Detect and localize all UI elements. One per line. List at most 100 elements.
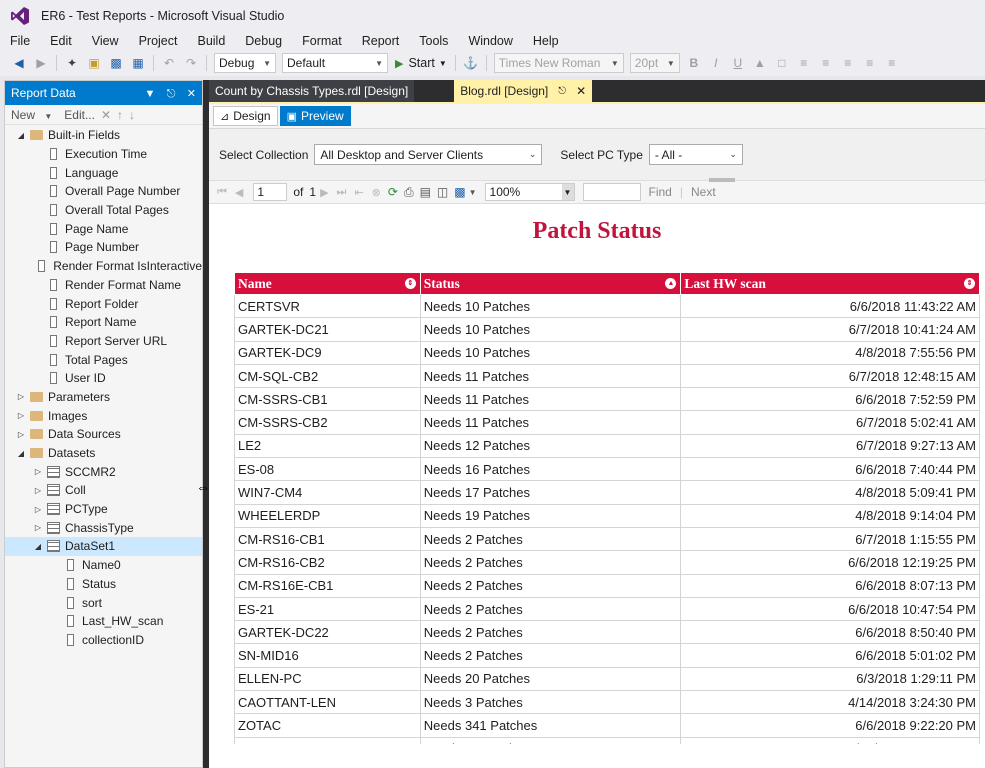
save-all-icon[interactable]: ▦ (130, 55, 146, 71)
back-to-parent-icon[interactable]: ⇤ (354, 186, 363, 199)
find-button[interactable]: Find (649, 185, 672, 199)
panel-menu-icon[interactable]: ▼ (145, 88, 156, 100)
pin-icon[interactable]: ⎋ (558, 86, 566, 97)
tree-item[interactable]: ▷ PCType (5, 500, 202, 519)
tree-item[interactable]: Overall Total Pages (5, 201, 202, 220)
tree-item[interactable]: ▷ Parameters (5, 388, 202, 407)
font-name-select[interactable]: Times New Roman ▼ (493, 53, 624, 73)
page-number-input[interactable]: 1 (253, 183, 288, 201)
expand-icon[interactable]: ▷ (32, 486, 44, 495)
justify-icon[interactable]: ≡ (862, 55, 878, 71)
align-center-icon[interactable]: ≡ (818, 55, 834, 71)
stop-icon[interactable]: ⊗ (372, 186, 381, 199)
tab-blog[interactable]: Blog.rdl [Design] ⎋ ✕ (454, 80, 593, 102)
font-size-select[interactable]: 20pt ▼ (629, 53, 680, 73)
sort-ascending-icon[interactable]: ▲ (665, 278, 677, 289)
tree-item[interactable]: ◢ DataSet1 (5, 537, 202, 556)
tab-count-by-chassis-types[interactable]: Count by Chassis Types.rdl [Design] (209, 80, 415, 102)
edit-button[interactable]: Edit... (64, 108, 95, 122)
expand-icon[interactable]: ▷ (15, 392, 27, 401)
align-right-icon[interactable]: ≡ (840, 55, 856, 71)
tree-item[interactable]: ▷ ChassisType (5, 518, 202, 537)
new-button[interactable]: New ▼ (11, 108, 58, 122)
close-icon[interactable]: ✕ (576, 84, 586, 98)
tree-item[interactable]: User ID (5, 369, 202, 388)
menu-project[interactable]: Project (133, 34, 184, 48)
menu-tools[interactable]: Tools (413, 34, 454, 48)
move-up-icon[interactable]: ↑ (117, 108, 123, 122)
find-input[interactable] (582, 183, 641, 201)
move-down-icon[interactable]: ↓ (129, 108, 135, 122)
delete-icon[interactable]: ✕ (101, 108, 111, 122)
export-icon[interactable]: ▩ (454, 185, 465, 199)
chevron-down-icon[interactable]: ▼ (469, 188, 477, 197)
expand-icon[interactable]: ▷ (32, 467, 44, 476)
pin-icon[interactable]: ⎋ (167, 88, 176, 100)
tree-item[interactable]: Execution Time (5, 145, 202, 164)
tree-item[interactable]: Language (5, 163, 202, 182)
expand-icon[interactable]: ▷ (32, 523, 44, 532)
tree-item[interactable]: Page Name (5, 219, 202, 238)
align-left-icon[interactable]: ≡ (796, 55, 812, 71)
last-page-icon[interactable]: ⏭ (337, 186, 347, 199)
next-button[interactable]: Next (691, 185, 716, 199)
collapse-icon[interactable]: ◢ (32, 542, 44, 551)
tree-item[interactable]: Overall Page Number (5, 182, 202, 201)
save-icon[interactable]: ▩ (108, 55, 124, 71)
underline-button[interactable]: U (730, 55, 746, 71)
tab-design[interactable]: ⊿ Design (213, 106, 278, 126)
tree-item[interactable]: ▷ Images (5, 406, 202, 425)
menu-debug[interactable]: Debug (239, 34, 288, 48)
column-header-name[interactable]: Name ⇕ (234, 272, 421, 295)
redo-icon[interactable]: ↷ (183, 55, 199, 71)
menu-edit[interactable]: Edit (44, 34, 78, 48)
zoom-select[interactable]: 100% ▼ (484, 183, 575, 201)
column-header-status[interactable]: Status ▲ (419, 272, 682, 295)
tree-item[interactable]: Report Folder (5, 294, 202, 313)
new-project-icon[interactable]: ✦ (64, 55, 80, 71)
find-in-files-icon[interactable]: ⚓ (463, 55, 479, 71)
print-icon[interactable]: ⎙ (404, 185, 414, 200)
menu-window[interactable]: Window (462, 34, 518, 48)
column-header-last-hw-scan[interactable]: Last HW scan ⇕ (680, 272, 980, 295)
tree-item[interactable]: Report Name (5, 313, 202, 332)
tab-preview[interactable]: ▣ Preview (279, 106, 351, 126)
fore-color-icon[interactable]: ▲ (752, 55, 768, 71)
sort-icon[interactable]: ⇕ (404, 278, 416, 289)
next-page-icon[interactable]: ▶ (320, 186, 328, 199)
previous-page-icon[interactable]: ◀ (235, 186, 243, 199)
bullets-icon[interactable]: ≡ (884, 55, 900, 71)
first-page-icon[interactable]: ⏮ (217, 186, 227, 199)
back-icon[interactable]: ◀ (11, 55, 27, 71)
forward-icon[interactable]: ▶ (33, 55, 49, 71)
collapse-icon[interactable]: ◢ (15, 131, 27, 140)
menu-build[interactable]: Build (191, 34, 231, 48)
solution-platform-select[interactable]: Default ▼ (282, 53, 388, 73)
menu-view[interactable]: View (86, 34, 125, 48)
menu-report[interactable]: Report (356, 34, 406, 48)
expand-icon[interactable]: ▷ (15, 430, 27, 439)
page-setup-icon[interactable]: ◫ (437, 185, 448, 199)
start-button[interactable]: ▶ Start ▼ (395, 56, 447, 70)
tree-item[interactable]: Name0 (5, 556, 202, 575)
italic-button[interactable]: I (708, 55, 724, 71)
tree-item[interactable]: Render Format IsInteractive (5, 257, 202, 276)
tree-item[interactable]: Last_HW_scan (5, 612, 202, 631)
sort-icon[interactable]: ⇕ (964, 278, 975, 289)
collapse-icon[interactable]: ◢ (15, 449, 27, 458)
back-color-icon[interactable]: □ (774, 55, 790, 71)
refresh-icon[interactable]: ⟳ (388, 185, 398, 199)
tree-item[interactable]: collectionID (5, 631, 202, 650)
undo-icon[interactable]: ↶ (161, 55, 177, 71)
tree-item[interactable]: Report Server URL (5, 332, 202, 351)
menu-format[interactable]: Format (296, 34, 348, 48)
solution-configuration-select[interactable]: Debug ▼ (214, 53, 276, 73)
menu-file[interactable]: File (4, 34, 36, 48)
tree-item[interactable]: ◢ Built-in Fields (5, 126, 202, 145)
close-icon[interactable]: ✕ (187, 88, 196, 100)
tree-item[interactable]: Total Pages (5, 350, 202, 369)
tree-item[interactable]: Page Number (5, 238, 202, 257)
tree-item[interactable]: Render Format Name (5, 276, 202, 295)
tree-item[interactable]: sort (5, 593, 202, 612)
print-layout-icon[interactable]: ▤ (420, 185, 431, 199)
